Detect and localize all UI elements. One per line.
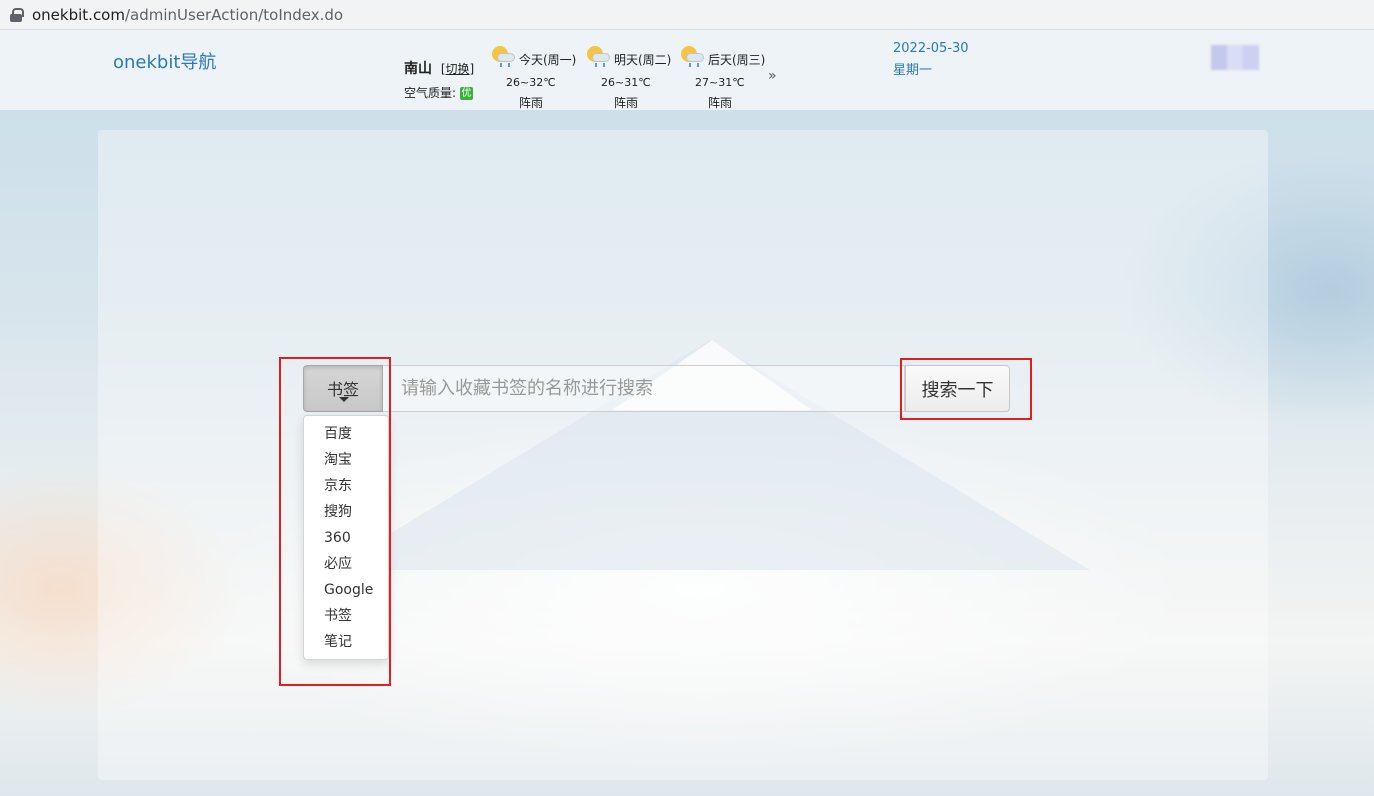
air-quality-label: 空气质量: — [404, 86, 457, 100]
forecast-day-tomorrow: 明天(周二) 26~31℃ 阵雨 — [585, 44, 677, 110]
date-display: 2022-05-30 星期一 — [893, 38, 969, 82]
forecast-condition: 阵雨 — [708, 96, 733, 110]
double-chevron-right-icon[interactable]: » — [768, 68, 777, 84]
url-host: onekbit.com — [32, 5, 125, 24]
forecast-day-label: 明天(周二) — [614, 53, 672, 67]
weather-city: 南山 [切换] — [404, 58, 474, 78]
forecast-temperature: 27~31℃ — [695, 76, 745, 89]
air-quality-badge: 优 — [459, 87, 473, 100]
sun-cloud-rain-icon — [679, 44, 705, 67]
forecast-day-label: 后天(周三) — [708, 53, 766, 67]
lock-icon — [10, 7, 24, 22]
site-header: onekbit导航 南山 [切换] 空气质量: 优 今天(周一) 26~32℃ … — [0, 30, 1374, 110]
city-name: 南山 — [404, 61, 432, 77]
air-quality: 空气质量: 优 — [404, 84, 473, 101]
current-date: 2022-05-30 — [893, 41, 969, 56]
browser-address-bar[interactable]: onekbit.com/adminUserAction/toIndex.do — [0, 0, 1374, 30]
search-input[interactable] — [383, 365, 905, 412]
forecast-day-label: 今天(周一) — [519, 53, 577, 67]
forecast-temperature: 26~32℃ — [506, 76, 556, 89]
url-path: /adminUserAction/toIndex.do — [124, 5, 344, 24]
annotation-box-engine-menu — [279, 357, 391, 686]
city-switch-link[interactable]: [切换] — [441, 62, 474, 76]
forecast-temperature: 26~31℃ — [601, 76, 651, 89]
sun-cloud-rain-icon — [490, 44, 516, 67]
main-panel — [98, 130, 1268, 780]
forecast-condition: 阵雨 — [614, 96, 639, 110]
avatar[interactable] — [1211, 45, 1259, 70]
annotation-box-search-button — [900, 358, 1032, 420]
current-weekday: 星期一 — [893, 63, 933, 78]
forecast-condition: 阵雨 — [519, 96, 544, 110]
sun-cloud-rain-icon — [585, 44, 611, 67]
forecast-day-today: 今天(周一) 26~32℃ 阵雨 — [490, 44, 582, 110]
forecast-day-after-tomorrow: 后天(周三) 27~31℃ 阵雨 — [679, 44, 771, 110]
brand-logo-link[interactable]: onekbit导航 — [113, 48, 216, 74]
